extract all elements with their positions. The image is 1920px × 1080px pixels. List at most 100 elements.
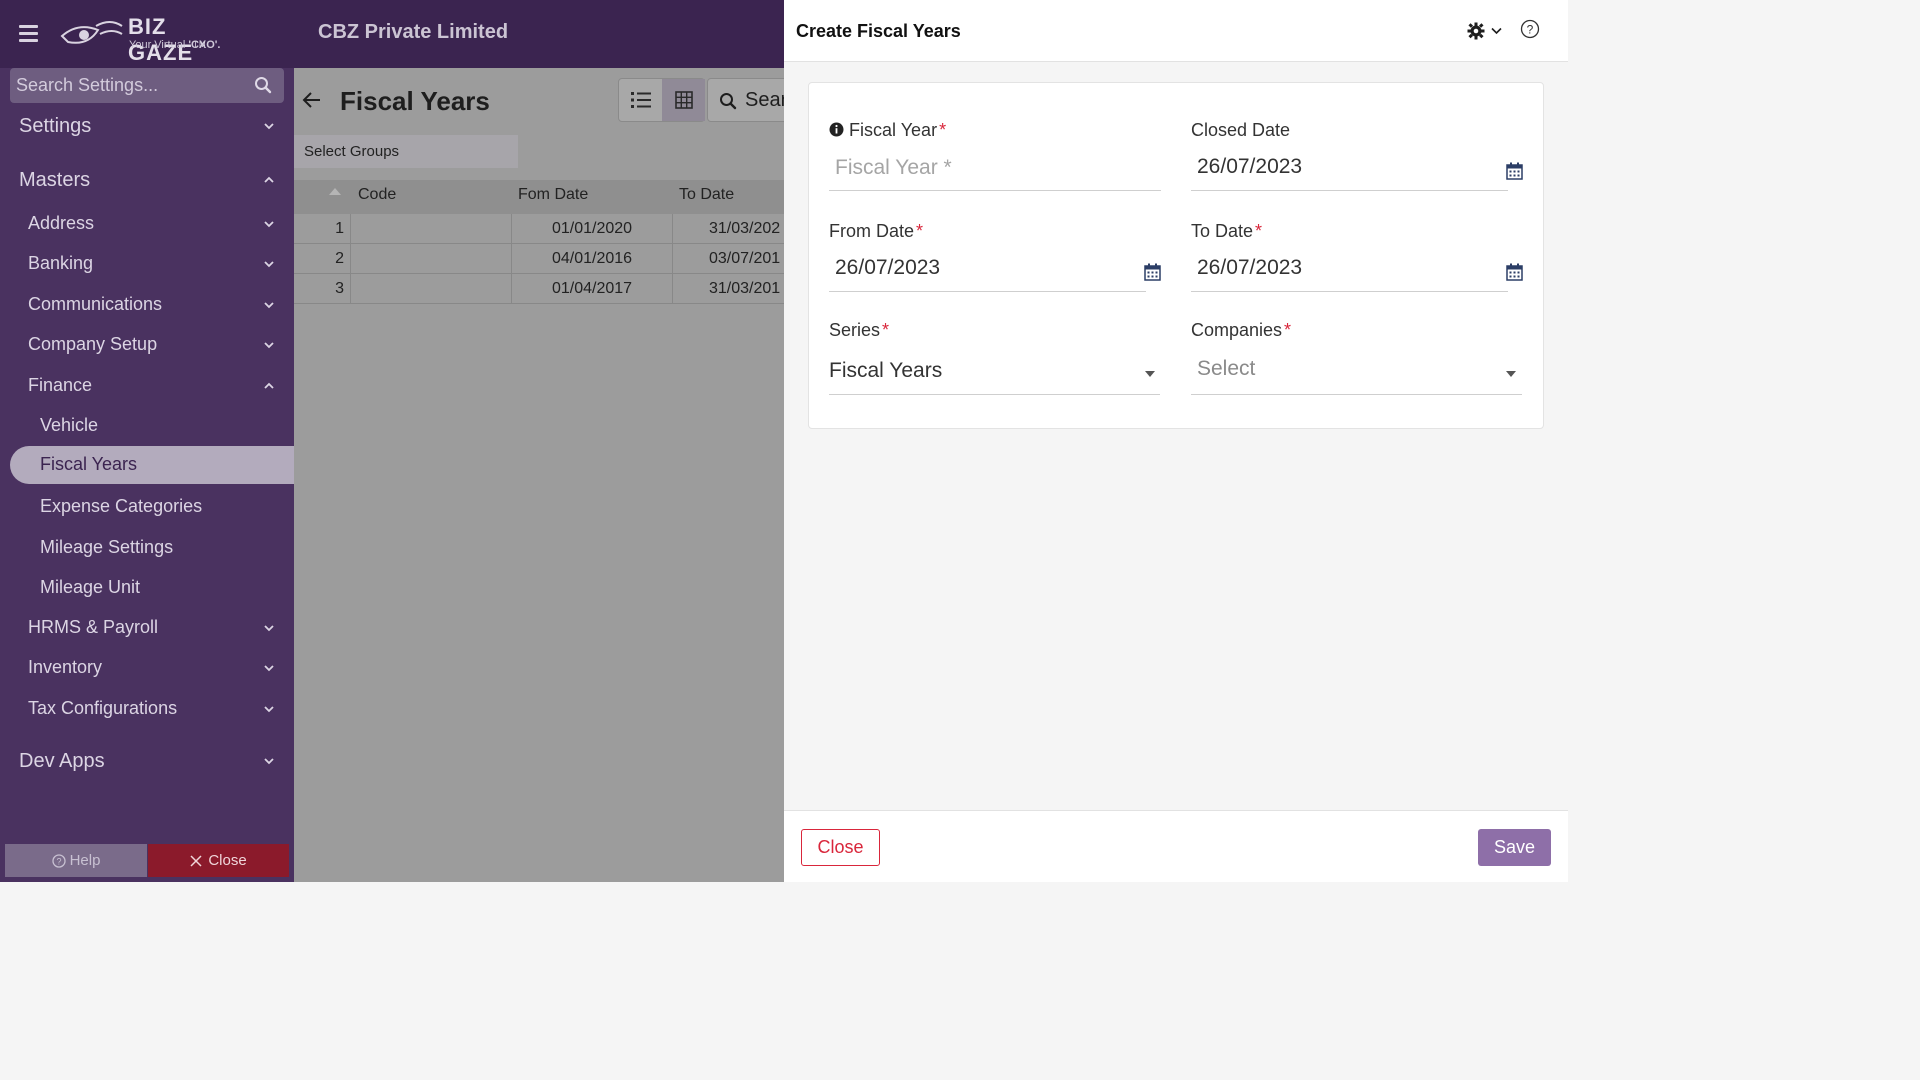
series-value: Fiscal Years bbox=[829, 359, 943, 382]
chevron-down-icon[interactable] bbox=[1491, 27, 1502, 35]
help-circle-icon[interactable]: ? bbox=[1520, 19, 1540, 39]
row-number: 1 bbox=[294, 214, 351, 244]
cell-code bbox=[351, 214, 512, 244]
svg-text:?: ? bbox=[1527, 23, 1534, 37]
chevron-down-icon bbox=[264, 665, 274, 672]
table-row[interactable]: 1 01/01/2020 31/03/202 bbox=[294, 214, 784, 244]
view-toggle bbox=[618, 78, 705, 122]
search-icon[interactable] bbox=[254, 76, 272, 94]
chevron-down-icon bbox=[264, 706, 274, 713]
row-number: 2 bbox=[294, 244, 351, 274]
sidebar-item-banking[interactable]: Banking bbox=[0, 253, 294, 281]
from-date-value: 26/07/2023 bbox=[835, 256, 941, 279]
chevron-down-icon bbox=[264, 625, 274, 632]
back-arrow-icon[interactable] bbox=[302, 91, 322, 109]
companies-select[interactable]: Select bbox=[1191, 351, 1522, 395]
sidebar-item-label: Fiscal Years bbox=[40, 454, 138, 474]
sidebar-item-inventory[interactable]: Inventory bbox=[0, 657, 294, 685]
sidebar-item-label: Masters bbox=[19, 169, 91, 191]
settings-sidebar: Settings Masters Address Banking Communi… bbox=[0, 68, 294, 882]
sidebar-item-vehicle[interactable]: Vehicle bbox=[0, 415, 294, 443]
search-icon bbox=[720, 93, 737, 110]
sidebar-item-hrms-payroll[interactable]: HRMS & Payroll bbox=[0, 617, 294, 645]
chevron-down-icon bbox=[264, 221, 274, 228]
sidebar-item-label: Vehicle bbox=[40, 415, 99, 435]
sidebar-item-communications[interactable]: Communications bbox=[0, 294, 294, 322]
help-button[interactable]: ? Help bbox=[5, 844, 147, 877]
cell-code bbox=[351, 244, 512, 274]
required-asterisk: * bbox=[1284, 320, 1292, 340]
gear-icon[interactable] bbox=[1467, 22, 1485, 40]
chevron-down-icon bbox=[264, 261, 274, 268]
column-header-from-date[interactable]: Fom Date bbox=[518, 186, 588, 204]
info-icon[interactable] bbox=[829, 122, 844, 137]
chevron-down-icon bbox=[264, 342, 274, 349]
sidebar-section-settings[interactable]: Settings bbox=[0, 115, 294, 145]
sidebar-item-expense-categories[interactable]: Expense Categories bbox=[0, 496, 294, 524]
sidebar-item-label: Settings bbox=[19, 115, 92, 137]
calendar-icon[interactable] bbox=[1144, 263, 1161, 281]
sidebar-item-label: Expense Categories bbox=[40, 496, 203, 516]
bizgaze-logo[interactable]: BIZ GAZETM Your Virtual 'CXO'. bbox=[60, 14, 250, 65]
sidebar-item-finance[interactable]: Finance bbox=[0, 375, 294, 403]
from-date-field[interactable]: 26/07/2023 bbox=[829, 248, 1146, 292]
logo-tagline-bold: 'CXO'. bbox=[188, 39, 221, 51]
page-title: Fiscal Years bbox=[340, 86, 490, 116]
chevron-up-icon bbox=[264, 382, 274, 389]
fiscal-year-input[interactable] bbox=[835, 153, 1115, 183]
sidebar-close-button[interactable]: Close bbox=[148, 844, 289, 877]
sidebar-item-label: Banking bbox=[28, 253, 94, 273]
series-select[interactable]: Fiscal Years bbox=[829, 351, 1160, 395]
sidebar-item-mileage-settings[interactable]: Mileage Settings bbox=[0, 537, 294, 565]
column-header-code[interactable]: Code bbox=[358, 186, 396, 204]
sidebar-section-dev-apps[interactable]: Dev Apps bbox=[0, 750, 294, 780]
sidebar-item-address[interactable]: Address bbox=[0, 213, 294, 241]
grid-view-icon[interactable] bbox=[662, 79, 705, 121]
fiscal-years-list-view: Fiscal Years Sear Select Groups Code Fom… bbox=[294, 68, 797, 882]
fiscal-year-label-text: Fiscal Year bbox=[849, 120, 938, 140]
panel-footer: Close Save bbox=[784, 810, 1568, 882]
table-row[interactable]: 2 04/01/2016 03/07/201 bbox=[294, 244, 784, 274]
hamburger-menu-icon[interactable] bbox=[19, 25, 38, 42]
create-fiscal-years-panel: Create Fiscal Years ? Fiscal Year* Close… bbox=[784, 0, 1568, 882]
logo-tagline: Your Virtual bbox=[129, 39, 189, 51]
sidebar-item-label: Tax Configurations bbox=[28, 698, 178, 718]
select-groups-dropdown[interactable]: Select Groups bbox=[294, 135, 518, 168]
sidebar-item-label: Communications bbox=[28, 294, 163, 314]
cell-code bbox=[351, 274, 512, 304]
chevron-down-icon bbox=[264, 302, 274, 309]
companies-label: Companies * bbox=[1191, 320, 1291, 341]
company-name[interactable]: CBZ Private Limited bbox=[318, 21, 508, 44]
calendar-icon[interactable] bbox=[1506, 263, 1523, 281]
search-settings-input[interactable] bbox=[16, 68, 246, 103]
sidebar-section-masters[interactable]: Masters bbox=[0, 169, 294, 199]
list-view-icon[interactable] bbox=[619, 79, 662, 121]
sidebar-item-fiscal-years[interactable]: Fiscal Years bbox=[10, 446, 294, 484]
sidebar-item-label: HRMS & Payroll bbox=[28, 617, 159, 637]
table-row[interactable]: 3 01/04/2017 31/03/201 bbox=[294, 274, 784, 304]
to-date-field[interactable]: 26/07/2023 bbox=[1191, 248, 1508, 292]
series-label: Series * bbox=[829, 320, 889, 341]
required-asterisk: * bbox=[916, 221, 924, 241]
dropdown-caret-icon bbox=[1145, 371, 1155, 377]
from-date-label: From Date * bbox=[829, 221, 923, 242]
help-label: Help bbox=[69, 852, 101, 869]
sidebar-item-mileage-unit[interactable]: Mileage Unit bbox=[0, 577, 294, 605]
column-header-to-date[interactable]: To Date bbox=[679, 186, 734, 204]
closed-date-value: 26/07/2023 bbox=[1197, 155, 1303, 178]
close-label: Close bbox=[208, 852, 247, 869]
sidebar-item-company-setup[interactable]: Company Setup bbox=[0, 334, 294, 362]
list-search-text: Sear bbox=[745, 89, 788, 111]
required-asterisk: * bbox=[882, 320, 890, 340]
close-button[interactable]: Close bbox=[801, 829, 880, 866]
sidebar-item-tax-configurations[interactable]: Tax Configurations bbox=[0, 698, 294, 726]
sidebar-item-label: Company Setup bbox=[28, 334, 158, 354]
cell-from-date: 01/04/2017 bbox=[512, 274, 673, 304]
closed-date-field[interactable]: 26/07/2023 bbox=[1191, 147, 1508, 191]
sort-caret-icon[interactable] bbox=[329, 188, 341, 195]
required-asterisk: * bbox=[1255, 221, 1263, 241]
sidebar-item-label: Address bbox=[28, 213, 95, 233]
row-number: 3 bbox=[294, 274, 351, 304]
save-button[interactable]: Save bbox=[1478, 829, 1551, 866]
calendar-icon[interactable] bbox=[1506, 162, 1523, 180]
